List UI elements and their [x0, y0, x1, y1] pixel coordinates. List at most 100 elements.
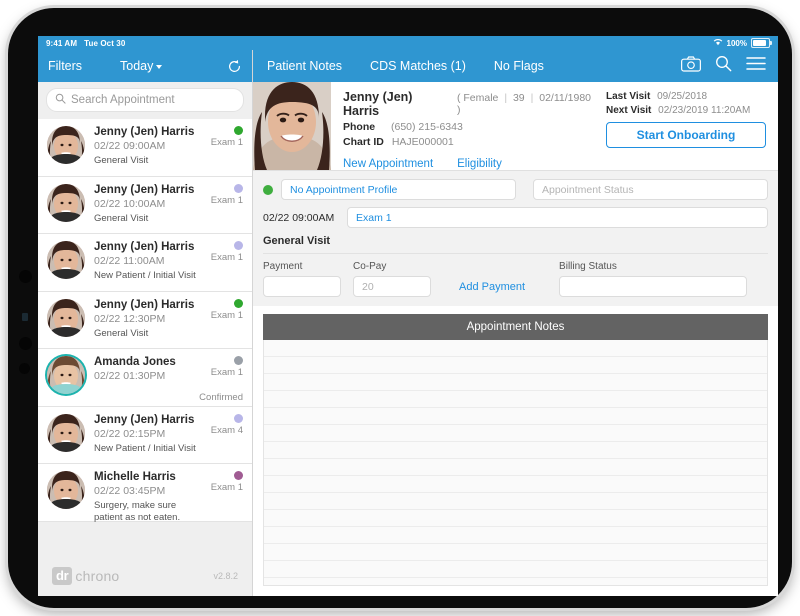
phone-label: Phone: [343, 121, 376, 133]
appointment-status-dot: [234, 241, 243, 250]
copay-label: Co-Pay: [353, 261, 387, 272]
patient-info: Jenny (Jen) Harris ( Female | 39 | 02/11…: [331, 82, 606, 170]
patient-dob: 02/11/1980: [539, 92, 592, 104]
appointment-notes-section: Appointment Notes: [253, 306, 778, 596]
start-onboarding-button[interactable]: Start Onboarding: [606, 122, 766, 148]
tab-no-flags[interactable]: No Flags: [494, 59, 544, 73]
appointment-item-room: Exam 1: [210, 309, 243, 321]
logo-chrono-text: chrono: [75, 568, 120, 584]
filters-button[interactable]: Filters: [48, 59, 82, 73]
appointment-status-field[interactable]: Appointment Status: [533, 179, 768, 200]
today-dropdown-label: Today: [120, 59, 154, 73]
copay-input[interactable]: 20: [353, 276, 431, 297]
appointment-item-reason: General Visit: [94, 155, 149, 166]
appointments-sidebar: Filters Today Search Appointment Jenny (…: [38, 50, 253, 596]
appointment-detail: No Appointment Profile Appointment Statu…: [253, 171, 778, 228]
appointment-item-reason: New Patient / Initial Visit: [94, 442, 196, 454]
chevron-down-icon: [156, 65, 163, 69]
menu-button[interactable]: [746, 56, 766, 76]
patient-avatar: [47, 126, 85, 164]
tablet-device-frame: 9:41 AM Tue Oct 30 100% Filters Today Se…: [8, 8, 792, 608]
appointment-item-room: Exam 1: [210, 367, 243, 378]
visit-type-title: General Visit: [263, 235, 331, 247]
appointment-list-item[interactable]: Jenny (Jen) Harris 02/22 09:00AM General V…: [38, 119, 252, 177]
payment-input[interactable]: [263, 276, 341, 297]
appointment-status-dot: [234, 471, 243, 480]
chart-id-value: HAJE000001: [391, 136, 454, 148]
last-visit-label: Last Visit: [606, 91, 651, 102]
appointment-profile-field[interactable]: No Appointment Profile: [281, 179, 516, 200]
appointment-list[interactable]: Jenny (Jen) Harris 02/22 09:00AM General V…: [38, 119, 252, 556]
appointment-list-item[interactable]: Jenny (Jen) Harris 02/22 11:00AM New Patie…: [38, 234, 252, 292]
appointment-list-item[interactable]: Jenny (Jen) Harris 02/22 02:15PM New Patie…: [38, 406, 252, 464]
patient-phone-row: Phone (650) 215-6343: [343, 121, 596, 133]
battery-percent-label: 100%: [726, 38, 747, 48]
appointment-item-meta: Exam 1: [211, 471, 243, 494]
patient-avatar: [47, 241, 85, 279]
patient-avatar-ringed: [47, 356, 85, 394]
next-visit-value: 02/23/2019 11:20AM: [658, 105, 751, 116]
patient-gender: Female: [463, 92, 499, 104]
drchrono-logo: dr chrono: [52, 567, 119, 585]
status-bar-time: 9:41 AM: [46, 38, 78, 48]
new-appointment-link[interactable]: New Appointment: [343, 158, 433, 170]
main-panel: Patient Notes CDS Matches (1) No Flags J…: [253, 50, 778, 596]
appointment-room-field[interactable]: Exam 1: [347, 207, 768, 228]
logo-dr-badge: dr: [52, 567, 73, 585]
wifi-icon: [713, 38, 723, 48]
appointment-item-room: Exam 1: [210, 252, 243, 263]
patient-photo: [253, 82, 331, 170]
appointment-item-meta: Exam 1: [211, 126, 243, 149]
appointment-list-item[interactable]: Jenny (Jen) Harris 02/22 10:00AM General V…: [38, 176, 252, 234]
appointment-item-confirmed: Confirmed: [199, 392, 243, 403]
device-screen: 9:41 AM Tue Oct 30 100% Filters Today Se…: [38, 36, 778, 596]
search-input[interactable]: Search Appointment: [46, 88, 244, 112]
device-side-button-middle[interactable]: [19, 337, 32, 350]
app-version-label: v2.8.2: [213, 571, 238, 581]
hamburger-menu-icon: [746, 57, 766, 70]
appointment-item-room: Exam 1: [210, 482, 243, 493]
next-visit-label: Next Visit: [606, 105, 652, 116]
appointment-status-dot: [263, 184, 273, 195]
device-side-button-bottom[interactable]: [19, 363, 30, 374]
refresh-button[interactable]: [227, 59, 242, 74]
appointment-item-meta: Exam 1 Confirmed: [199, 356, 243, 404]
last-visit-row: Last Visit 09/25/2018: [606, 91, 766, 102]
appointment-list-item[interactable]: Michelle Harris 02/22 03:45PM Surgery, mak…: [38, 464, 252, 523]
appointment-item-room: Exam 1: [210, 194, 243, 206]
appointment-list-item[interactable]: Amanda Jones 02/22 01:30PM Exam 1 Confirmed: [38, 349, 252, 407]
battery-icon: [751, 38, 772, 48]
tab-cds-matches[interactable]: CDS Matches (1): [370, 59, 466, 73]
billing-status-input[interactable]: [559, 276, 748, 297]
search-button[interactable]: [715, 55, 732, 77]
search-placeholder: Search Appointment: [71, 94, 175, 106]
appointment-notes-textarea[interactable]: [263, 340, 768, 586]
appointment-item-meta: Exam 1: [211, 241, 243, 264]
search-icon: [55, 91, 66, 109]
payment-label: Payment: [263, 261, 303, 272]
patient-visit-summary: Last Visit 09/25/2018 Next Visit 02/23/2…: [606, 82, 778, 170]
today-dropdown[interactable]: Today: [120, 59, 163, 73]
appointment-item-meta: Exam 4: [210, 413, 243, 437]
appointment-notes-header: Appointment Notes: [263, 314, 768, 340]
appointment-datetime: 02/22 09:00AM: [263, 211, 335, 224]
visit-section: General Visit Payment Co-Pay 20 Add Paym…: [253, 228, 778, 306]
appointment-status-dot: [234, 183, 243, 193]
appointment-item-room: Exam 4: [210, 424, 243, 436]
patient-name: Jenny (Jen) Harris: [343, 90, 413, 118]
status-bar-date: Tue Oct 30: [84, 38, 126, 48]
add-payment-link[interactable]: Add Payment: [459, 281, 525, 293]
camera-button[interactable]: [681, 55, 701, 77]
patient-demographics: ( Female | 39 | 02/11/1980 ): [456, 92, 592, 116]
eligibility-link[interactable]: Eligibility: [457, 158, 502, 170]
demographics-open-paren: (: [456, 92, 461, 104]
sidebar-footer: dr chrono v2.8.2: [38, 556, 252, 596]
tab-patient-notes[interactable]: Patient Notes: [267, 59, 342, 73]
search-icon: [716, 56, 732, 72]
patient-avatar: [47, 471, 85, 509]
patient-avatar: [47, 298, 85, 337]
appointment-list-item[interactable]: Jenny (Jen) Harris 02/22 12:30PM General V…: [38, 291, 252, 349]
refresh-icon: [229, 59, 240, 72]
device-side-button-top[interactable]: [19, 270, 32, 283]
patient-header: Jenny (Jen) Harris ( Female | 39 | 02/11…: [253, 82, 778, 171]
